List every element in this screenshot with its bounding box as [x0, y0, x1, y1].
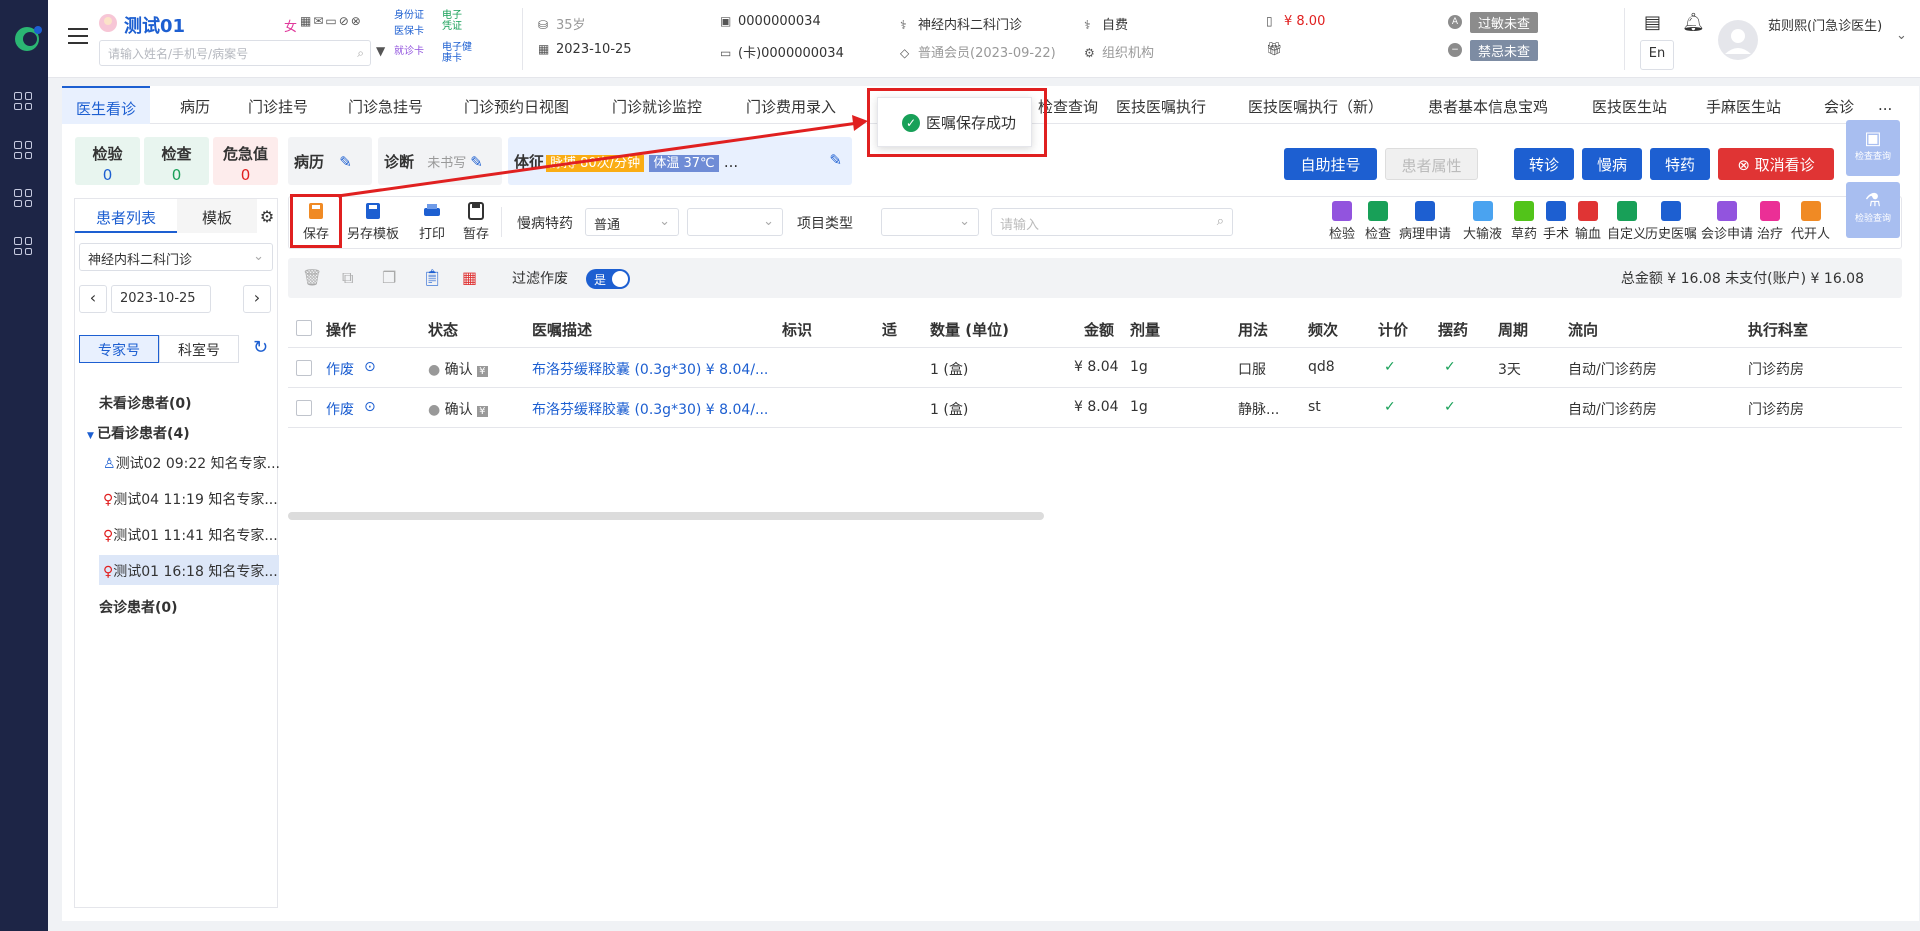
app-root: 测试01 女 ▦✉▭⊘⊗ 请输入姓名/手机号/病案号 ⌕ ▼ 身份证 医保卡 电子…	[0, 0, 1920, 931]
annotation-arrow	[337, 115, 868, 198]
